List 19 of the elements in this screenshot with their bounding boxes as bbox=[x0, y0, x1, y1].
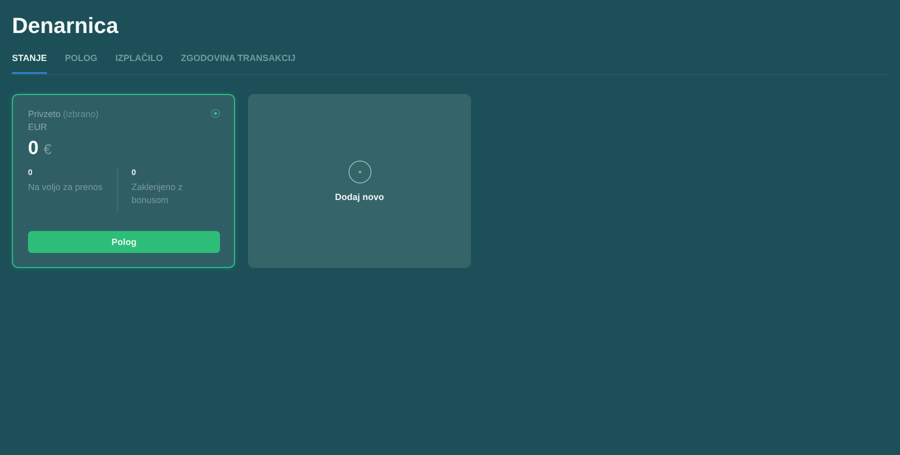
balance-amount: 0 bbox=[28, 138, 39, 160]
add-label: Dodaj novo bbox=[335, 192, 384, 202]
currency-label: EUR bbox=[28, 122, 48, 132]
page-title: Denarnica bbox=[12, 12, 120, 40]
wallet-card[interactable]: Privzeto (izbrano) EUR 0 € 0 Na voljo za prenos 0 Zaklenjeno z bonusom Polog bbox=[12, 94, 235, 268]
wallet-label: Privzeto (izbrano) bbox=[28, 109, 99, 119]
radio-button[interactable] bbox=[211, 109, 220, 118]
add-icon bbox=[348, 160, 372, 184]
stat-label: Na voljo za prenos bbox=[28, 181, 104, 194]
tab[interactable]: IZPLAČILO bbox=[115, 50, 163, 74]
currency-symbol: € bbox=[44, 141, 52, 157]
tab[interactable]: ZGODOVINA TRANSAKCIJ bbox=[180, 50, 296, 74]
deposit-button[interactable]: Polog bbox=[28, 231, 220, 253]
stat-label: Zaklenjeno z bonusom bbox=[132, 181, 184, 207]
tab[interactable]: POLOG bbox=[64, 50, 98, 74]
stat-value: 0 bbox=[28, 168, 34, 177]
add-card[interactable]: Dodaj novo bbox=[248, 94, 471, 268]
stat-value: 0 bbox=[132, 168, 137, 177]
tab[interactable]: STANJE bbox=[12, 50, 47, 74]
